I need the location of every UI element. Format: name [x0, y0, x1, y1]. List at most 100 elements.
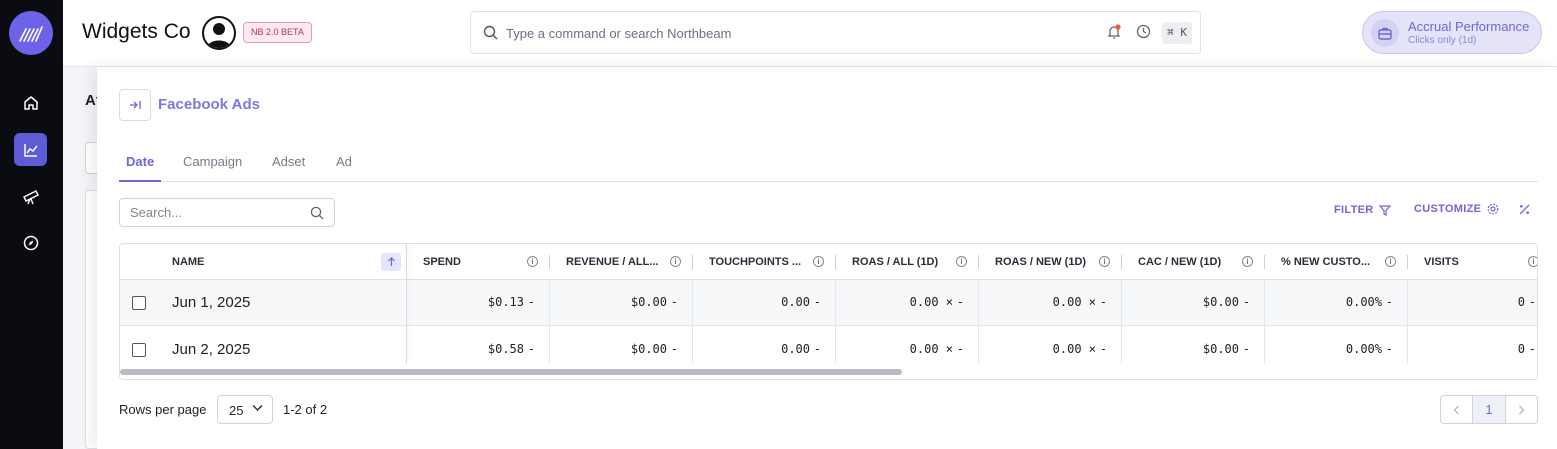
- row-checkbox[interactable]: [132, 296, 146, 310]
- top-header: Widgets Co NB 2.0 BETA Type a command or…: [63, 0, 1557, 67]
- column-header-cac-new[interactable]: CAC / NEW (1D): [1138, 244, 1221, 280]
- filter-button[interactable]: FILTER: [1334, 204, 1392, 216]
- current-page-button[interactable]: 1: [1472, 396, 1506, 423]
- info-icon[interactable]: i: [527, 256, 538, 267]
- rows-per-page-value: 25: [229, 403, 244, 418]
- cell-delta: -: [1528, 342, 1536, 356]
- cell-visits: 0: [1517, 295, 1525, 309]
- cell-spend: $0.58: [487, 342, 524, 356]
- info-icon[interactable]: i: [813, 256, 824, 267]
- header-divider: [1121, 255, 1122, 269]
- header-divider: [978, 255, 979, 269]
- info-icon[interactable]: i: [1242, 256, 1253, 267]
- horizontal-scrollbar[interactable]: [120, 364, 1537, 379]
- info-icon[interactable]: i: [1528, 256, 1537, 267]
- sidebar: [0, 0, 63, 449]
- nav-discover[interactable]: [14, 226, 47, 259]
- info-icon[interactable]: i: [670, 256, 681, 267]
- info-icon[interactable]: i: [1385, 256, 1396, 267]
- cell-delta: -: [527, 342, 535, 356]
- data-table: NAME SPEND i REVENUE / ALL... i TOUCHPOI…: [119, 243, 1538, 380]
- tab-ad[interactable]: Ad: [336, 154, 352, 169]
- telescope-icon: [22, 189, 39, 204]
- row-name: Jun 1, 2025: [172, 294, 251, 311]
- column-header-touchpoints[interactable]: TOUCHPOINTS ...: [709, 244, 801, 280]
- cell-touchpoints: 0.00: [781, 342, 810, 356]
- avatar[interactable]: [202, 16, 236, 50]
- cell-spend: $0.13: [487, 295, 524, 309]
- pagination-range: 1-2 of 2: [283, 402, 328, 417]
- nav-home[interactable]: [14, 86, 47, 119]
- cell-delta: -: [956, 342, 964, 356]
- row-checkbox[interactable]: [132, 343, 146, 357]
- previous-page-button[interactable]: [1441, 396, 1472, 423]
- cell-new-customers: 0.00%: [1345, 295, 1382, 309]
- column-header-name[interactable]: NAME: [172, 244, 204, 280]
- panel-title: Facebook Ads: [158, 96, 260, 113]
- rows-per-page-select[interactable]: 25: [217, 395, 273, 424]
- logo-mark-icon: [19, 26, 43, 42]
- cell-delta: -: [1242, 342, 1250, 356]
- info-icon[interactable]: i: [956, 256, 967, 267]
- cell-delta: -: [1242, 295, 1250, 309]
- chevron-right-icon: [1518, 405, 1525, 414]
- notifications-button[interactable]: [1107, 24, 1121, 45]
- beta-badge: NB 2.0 BETA: [243, 22, 312, 43]
- percent-toggle-button[interactable]: [1519, 204, 1530, 215]
- column-header-roas-all[interactable]: ROAS / ALL (1D): [852, 244, 938, 280]
- percent-icon: [1519, 204, 1530, 215]
- history-button[interactable]: [1136, 24, 1151, 44]
- compass-icon: [23, 235, 38, 250]
- search-icon: [310, 206, 324, 220]
- row-name: Jun 2, 2025: [172, 341, 251, 358]
- table-row[interactable]: Jun 1, 2025 $0.13 - $0.00 - 0.00 - 0.00 …: [120, 280, 1537, 326]
- column-divider: [692, 280, 693, 364]
- column-divider: [978, 280, 979, 364]
- arrow-up-icon: [387, 257, 395, 266]
- chevron-left-icon: [1453, 405, 1460, 414]
- cell-delta: -: [1099, 295, 1107, 309]
- tab-adset[interactable]: Adset: [272, 154, 305, 169]
- filter-label: FILTER: [1334, 204, 1374, 216]
- info-icon[interactable]: i: [1099, 256, 1110, 267]
- nav-explore[interactable]: [14, 180, 47, 213]
- filter-funnel-icon: [1379, 204, 1392, 216]
- northbeam-logo[interactable]: [9, 11, 53, 55]
- command-search[interactable]: Type a command or search Northbeam ⌘ K: [470, 11, 1201, 54]
- cell-roas-new: 0.00 ×: [1052, 295, 1096, 309]
- column-header-roas-new[interactable]: ROAS / NEW (1D): [995, 244, 1086, 280]
- column-header-spend[interactable]: SPEND: [423, 244, 461, 280]
- cell-roas-new: 0.00 ×: [1052, 342, 1096, 356]
- tab-campaign[interactable]: Campaign: [183, 154, 242, 169]
- chevron-down-icon: [252, 404, 263, 412]
- cell-cac-new: $0.00: [1202, 342, 1239, 356]
- cell-delta: -: [813, 295, 821, 309]
- tab-date[interactable]: Date: [126, 154, 154, 169]
- frozen-column-divider: [406, 244, 407, 364]
- chart-line-icon: [23, 143, 38, 157]
- cell-delta: -: [956, 295, 964, 309]
- cell-delta: -: [813, 342, 821, 356]
- column-header-visits[interactable]: VISITS: [1424, 244, 1459, 280]
- table-header: NAME SPEND i REVENUE / ALL... i TOUCHPOI…: [120, 244, 1537, 280]
- customize-button[interactable]: CUSTOMIZE: [1414, 203, 1499, 215]
- cell-delta: -: [1385, 342, 1393, 356]
- collapse-panel-button[interactable]: [119, 89, 151, 121]
- column-divider: [1407, 280, 1408, 364]
- header-divider: [1407, 255, 1408, 269]
- accrual-subtitle: Clicks only (1d): [1408, 35, 1477, 46]
- next-page-button[interactable]: [1506, 396, 1537, 423]
- gear-icon: [1487, 203, 1499, 215]
- pagination: 1: [1440, 395, 1538, 424]
- cell-delta: -: [527, 295, 535, 309]
- accrual-performance-toggle[interactable]: Accrual Performance Clicks only (1d): [1362, 11, 1542, 54]
- active-tab-indicator: [119, 180, 161, 182]
- table-search[interactable]: [119, 198, 335, 227]
- sort-ascending-button[interactable]: [381, 253, 401, 271]
- column-header-new-customers[interactable]: % NEW CUSTO...: [1281, 244, 1370, 280]
- nav-analytics[interactable]: [14, 133, 47, 166]
- customize-label: CUSTOMIZE: [1414, 203, 1482, 215]
- scrollbar-thumb[interactable]: [120, 369, 902, 375]
- column-header-revenue[interactable]: REVENUE / ALL...: [566, 244, 659, 280]
- table-search-input[interactable]: [130, 205, 300, 220]
